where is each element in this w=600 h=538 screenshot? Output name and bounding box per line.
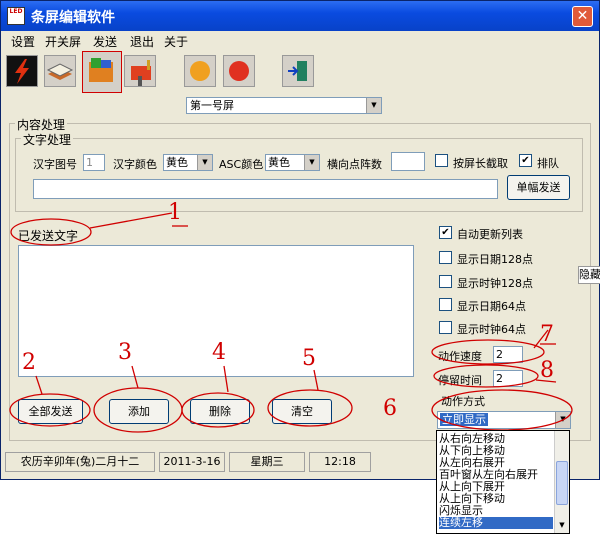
- annotation-ellipse-7: [431, 339, 545, 365]
- annotation-number-2: 2: [22, 350, 36, 375]
- annotation-number-3: 3: [118, 340, 132, 365]
- annotation-line-4: [223, 365, 229, 393]
- annotation-line-5: [313, 369, 319, 391]
- annotation-ellipse-3: [93, 387, 183, 433]
- annotation-number-6: 6: [383, 396, 397, 421]
- annotation-number-5: 5: [302, 346, 316, 371]
- annotation-ellipse-4: [181, 392, 255, 428]
- annotation-ellipse-2: [9, 393, 91, 427]
- action-mode-dropdown-list[interactable]: 从右向左移动 从下向上移动 从左向右展开 百叶窗从左向右展开 从上向下展开 从上…: [436, 430, 570, 534]
- chevron-down-icon[interactable]: ▼: [556, 519, 568, 531]
- annotation-line-1: [89, 212, 173, 229]
- annotation-number-8: 8: [540, 358, 554, 383]
- annotation-number-4: 4: [212, 340, 226, 365]
- scrollbar-thumb[interactable]: [556, 461, 568, 505]
- annotation-ellipse-5: [267, 389, 353, 427]
- annotation-ellipse-8: [433, 364, 539, 388]
- annotation-ellipse-6: [431, 389, 573, 431]
- dropdown-scrollbar[interactable]: ▼: [554, 431, 569, 533]
- side-hide-tab[interactable]: 隐藏: [578, 266, 600, 284]
- annotation-line-2: [35, 375, 43, 395]
- annotation-ellipse-1: [10, 218, 92, 246]
- annotation-number-7: 7: [540, 322, 554, 347]
- dropdown-option-selected[interactable]: 连续左移: [439, 517, 553, 529]
- annotation-line-3: [131, 365, 139, 389]
- annotation-number-1: 1: [168, 200, 182, 225]
